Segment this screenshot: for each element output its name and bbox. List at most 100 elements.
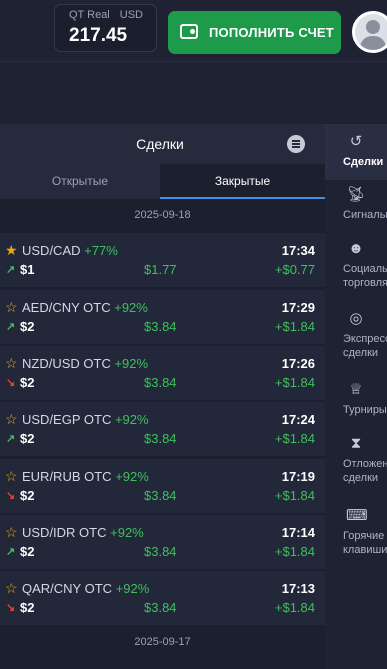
sidebar-item-express-deals[interactable]: ◎ Экспресс сделки [325, 310, 387, 360]
sidebar-item-signals[interactable]: 📡︎ Сигналы [325, 186, 387, 222]
deal-payout: $3.84 [144, 600, 177, 615]
deal-payout: $3.84 [144, 488, 177, 503]
deal-profit: +$1.84 [274, 375, 315, 390]
deal-row[interactable]: ☆ USD/EGP OTC +92% 17:24 ↗ $2 $3.84 +$1.84 [0, 402, 325, 456]
deposit-button[interactable]: ПОПОЛНИТЬ СЧЕТ [168, 11, 341, 54]
sidebar-item-label: Социальный [343, 263, 387, 275]
account-label: QT Real USD [69, 9, 143, 21]
history-icon: ↺ [349, 133, 363, 150]
deposit-label: ПОПОЛНИТЬ СЧЕТ [209, 25, 334, 40]
chart-area-top [0, 63, 387, 123]
arrow-up-right-icon: ↗ [6, 433, 16, 445]
star-icon[interactable]: ☆ [5, 581, 18, 595]
date-separator: 2025-09-17 [134, 636, 191, 648]
deal-bet: $2 [20, 375, 35, 390]
panel-title: Сделки [136, 136, 184, 152]
asset-payout-percent: +77% [84, 243, 118, 258]
users-icon: ☻ [348, 240, 364, 257]
deal-bet: $2 [20, 431, 35, 446]
deal-row[interactable]: ☆ EUR/RUB OTC +92% 17:19 ↘ $2 $3.84 +$1.84 [0, 459, 325, 513]
arrow-down-right-icon: ↘ [6, 377, 16, 389]
asset-payout-percent: +92% [115, 581, 150, 596]
sidebar-item-label-2: торговля [343, 277, 387, 289]
sidebar-item-tournaments[interactable]: ♕ Турниры [325, 381, 387, 417]
deal-row[interactable]: ☆ USD/IDR OTC +92% 17:14 ↗ $2 $3.84 +$1.84 [0, 515, 325, 569]
top-bar: QT Real USD 217.45 ПОПОЛНИТЬ СЧЕТ [0, 0, 387, 62]
star-icon[interactable]: ☆ [5, 469, 18, 483]
arrow-down-right-icon: ↘ [6, 602, 16, 614]
deal-row[interactable]: ☆ NZD/USD OTC +92% 17:26 ↘ $2 $3.84 +$1.84 [0, 346, 325, 400]
star-icon[interactable]: ☆ [5, 300, 18, 314]
tab-closed[interactable]: Закрытые [160, 164, 325, 199]
deal-row[interactable]: ☆ AED/CNY OTC +92% 17:29 ↗ $2 $3.84 +$1.84 [0, 290, 325, 344]
arrow-down-right-icon: ↘ [6, 490, 16, 502]
sidebar-item-label: Сделки [343, 156, 384, 168]
deal-payout: $3.84 [144, 431, 177, 446]
wallet-icon [180, 24, 198, 39]
sidebar-item-label-2: сделки [343, 472, 379, 484]
deal-bet: $2 [20, 319, 35, 334]
deal-time: 17:34 [281, 243, 315, 258]
deal-asset: AED/CNY OTC +92% [22, 300, 148, 315]
sidebar-item-label: Горячие [343, 530, 385, 542]
account-currency: USD [119, 9, 143, 21]
sidebar-item-social-trading[interactable]: ☻ Социальный торговля [325, 240, 387, 290]
deal-bet: $1 [20, 262, 35, 277]
deal-profit: +$0.77 [274, 262, 315, 277]
right-sidebar: ↺ Сделки 📡︎ Сигналы ☻ Социальный торговл… [325, 124, 387, 669]
list-icon[interactable] [287, 135, 305, 153]
panel-header: Сделки [0, 124, 325, 164]
asset-payout-percent: +92% [115, 469, 149, 484]
deal-asset: EUR/RUB OTC +92% [22, 469, 149, 484]
star-icon[interactable]: ☆ [5, 412, 18, 426]
deal-bet: $2 [20, 544, 35, 559]
arrow-up-right-icon: ↗ [6, 321, 16, 333]
deal-profit: +$1.84 [274, 488, 315, 503]
deal-row[interactable]: ★ USD/CAD +77% 17:34 ↗ $1 $1.77 +$0.77 [0, 233, 325, 287]
balance-selector[interactable]: QT Real USD 217.45 [54, 4, 195, 52]
sidebar-item-label-2: сделки [343, 347, 379, 359]
asset-name: QAR/CNY OTC [22, 581, 113, 596]
asset-name: USD/CAD [22, 243, 81, 258]
deal-asset: QAR/CNY OTC +92% [22, 581, 149, 596]
deal-time: 17:29 [281, 300, 315, 315]
deal-time: 17:13 [281, 581, 315, 596]
avatar[interactable] [352, 11, 387, 53]
asset-name: USD/IDR OTC [22, 525, 107, 540]
deal-payout: $3.84 [144, 544, 177, 559]
sidebar-item-label: Турниры [343, 404, 387, 416]
deal-asset: USD/CAD +77% [22, 243, 118, 258]
deal-time: 17:24 [281, 412, 315, 427]
asset-payout-percent: +92% [114, 412, 149, 427]
deal-time: 17:26 [281, 356, 315, 371]
deal-profit: +$1.84 [274, 319, 315, 334]
keyboard-icon: ⌨ [346, 507, 368, 524]
date-separator: 2025-09-18 [134, 209, 191, 221]
arrow-up-right-icon: ↗ [6, 546, 16, 558]
sidebar-item-hotkeys[interactable]: ⌨ Горячие клавиши [325, 507, 387, 557]
balance-amount: 217.45 [69, 25, 128, 46]
asset-payout-percent: +92% [114, 356, 149, 371]
trophy-icon: ♕ [349, 381, 363, 398]
sidebar-item-pending-deals[interactable]: ⧗ Отложенные сделки [325, 435, 387, 485]
target-icon: ◎ [349, 310, 363, 327]
deals-panel: Сделки Открытые Закрытые 2025-09-18 ★ USD… [0, 124, 325, 669]
deal-bet: $2 [20, 600, 35, 615]
hourglass-icon: ⧗ [350, 435, 362, 452]
star-icon[interactable]: ☆ [5, 525, 18, 539]
asset-payout-percent: +92% [110, 525, 144, 540]
deal-row[interactable]: ☆ QAR/CNY OTC +92% 17:13 ↘ $2 $3.84 +$1.84 [0, 571, 325, 625]
sidebar-item-label-2: клавиши [343, 544, 387, 556]
asset-name: AED/CNY OTC [22, 300, 111, 315]
deals-tabs: Открытые Закрытые [0, 164, 325, 199]
deal-time: 17:19 [281, 469, 315, 484]
star-icon[interactable]: ☆ [5, 356, 18, 370]
deal-bet: $2 [20, 488, 35, 503]
deal-asset: USD/EGP OTC +92% [22, 412, 149, 427]
deal-asset: NZD/USD OTC +92% [22, 356, 148, 371]
deal-profit: +$1.84 [274, 431, 315, 446]
star-icon[interactable]: ★ [5, 243, 18, 257]
signal-icon: 📡︎ [346, 186, 366, 203]
sidebar-item-deals[interactable]: ↺ Сделки [325, 124, 387, 180]
tab-open[interactable]: Открытые [0, 164, 160, 199]
